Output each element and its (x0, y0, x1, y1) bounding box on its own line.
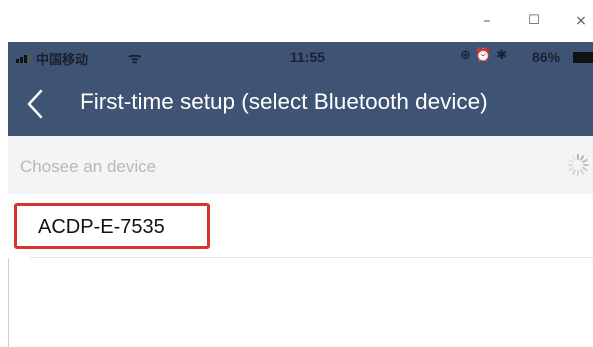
status-icons: ⊕ ⏰ ✱ (460, 48, 508, 63)
device-name: ACDP-E-7535 (38, 216, 165, 238)
signal-icon (16, 53, 36, 63)
status-time: 11:55 (290, 49, 326, 65)
wifi-icon: ᯤ (128, 49, 142, 67)
left-edge-divider (8, 258, 9, 347)
status-bar: 中国移动 ᯤ 11:55 ⊕ ⏰ ✱ 86% (8, 42, 593, 72)
battery-icon (573, 52, 593, 63)
nav-header: First-time setup (select Bluetooth devic… (8, 72, 593, 136)
section-label: Chosee an device (20, 157, 157, 176)
loading-spinner-icon (567, 154, 589, 176)
device-section-header: Chosee an device (8, 136, 593, 194)
minimize-button[interactable]: – (472, 10, 502, 32)
list-item-device[interactable]: ACDP-E-7535 (8, 194, 593, 258)
page-title: First-time setup (select Bluetooth devic… (80, 89, 488, 114)
window-title-bar: – ☐ × (0, 0, 593, 42)
row-divider (30, 257, 593, 258)
carrier-name: 中国移动 (36, 53, 89, 68)
battery-percent: 86% (532, 49, 561, 65)
maximize-button[interactable]: ☐ (519, 10, 549, 32)
back-arrow-icon[interactable] (22, 88, 52, 120)
close-button[interactable]: × (566, 10, 593, 32)
